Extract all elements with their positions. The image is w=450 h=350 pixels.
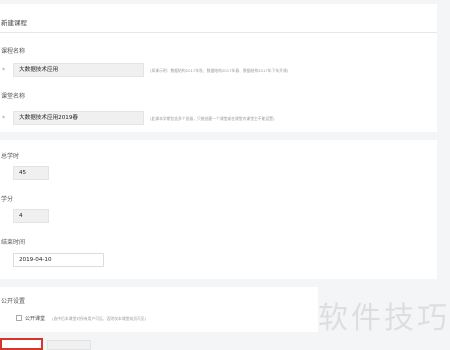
total-hours-input[interactable]: 45 bbox=[13, 166, 49, 180]
page-title: 新建课程 bbox=[1, 19, 27, 27]
credits-label: 学分 bbox=[1, 196, 14, 203]
public-settings-card: 公开设置 公开课堂 (选中后本课堂对所有用户可见，否则仅本课堂成员可见) bbox=[0, 287, 318, 332]
required-marker: * bbox=[2, 67, 5, 74]
end-time-input[interactable]: 2019-04-10 bbox=[13, 253, 104, 267]
end-time-label: 结束时间 bbox=[1, 239, 26, 246]
course-name-hint: (如课示例：数据结构2017年秋、数据结构2017年春、数据结构2017年下年开… bbox=[150, 68, 289, 73]
cancel-button[interactable] bbox=[47, 340, 91, 350]
course-name-label: 课程名称 bbox=[1, 48, 26, 55]
course-info-card: 新建课程 课程名称 * 大数据技术应用 (如课示例：数据结构2017年秋、数据结… bbox=[0, 4, 437, 132]
public-class-checkbox[interactable] bbox=[16, 315, 22, 321]
total-hours-label: 总学时 bbox=[1, 153, 20, 160]
credits-input[interactable]: 4 bbox=[13, 209, 49, 223]
class-name-input[interactable]: 大数据技术应用2019春 bbox=[13, 111, 144, 125]
save-button[interactable] bbox=[0, 338, 43, 350]
course-details-card: 总学时 45 学分 4 结束时间 2019-04-10 bbox=[0, 140, 437, 279]
title-divider bbox=[0, 32, 437, 33]
class-name-label: 课堂名称 bbox=[1, 93, 26, 100]
class-name-hint: (此课本学期包含多个班级，只能创建一个课堂或在课堂内课堂主不能设置) bbox=[150, 116, 275, 121]
watermark: 软件技巧 bbox=[318, 301, 450, 336]
public-class-hint: (选中后本课堂对所有用户可见，否则仅本课堂成员可见) bbox=[52, 316, 147, 321]
public-settings-title: 公开设置 bbox=[1, 298, 26, 305]
course-name-input[interactable]: 大数据技术应用 bbox=[13, 63, 144, 77]
public-class-label[interactable]: 公开课堂 bbox=[25, 315, 45, 322]
required-marker: * bbox=[2, 115, 5, 122]
